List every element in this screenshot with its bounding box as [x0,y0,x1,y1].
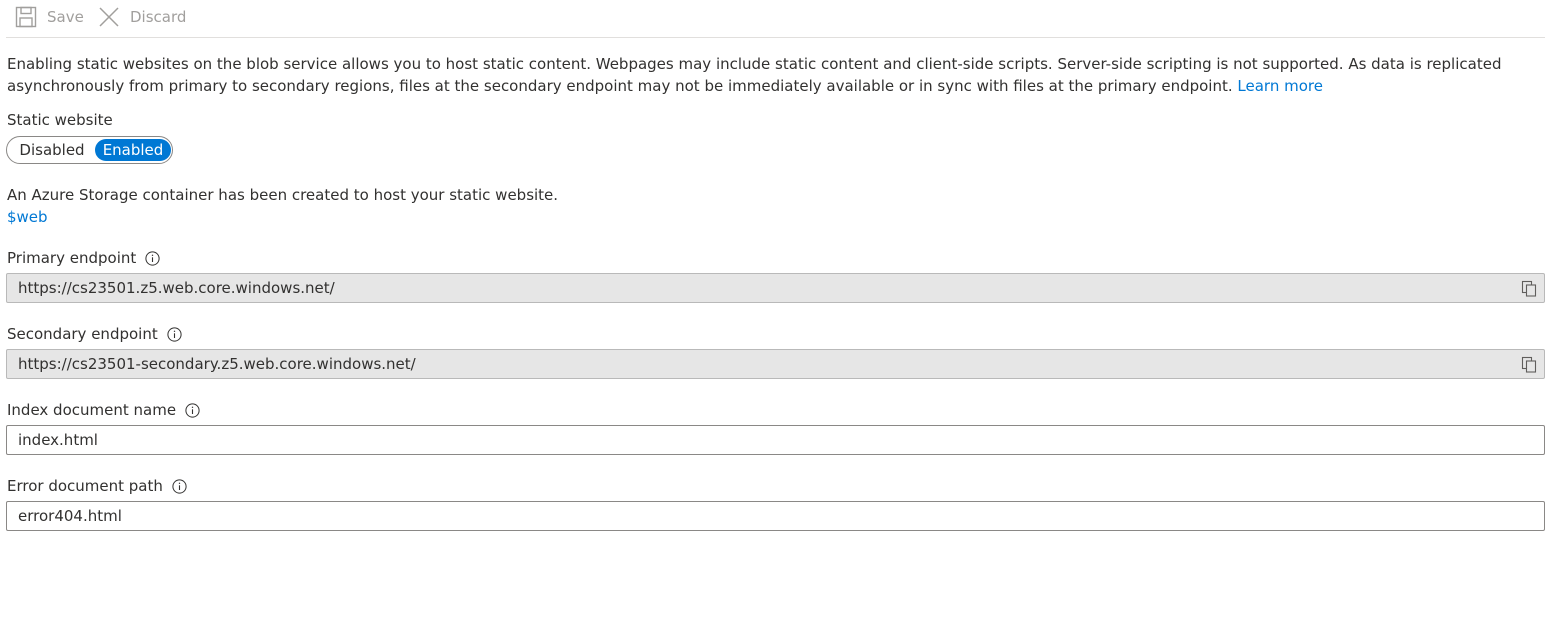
save-icon [15,6,37,28]
error-document-field [6,501,1545,531]
info-icon[interactable] [145,250,160,266]
index-document-label: Index document name [7,400,200,420]
toggle-option-disabled[interactable]: Disabled [11,139,93,161]
secondary-endpoint-label: Secondary endpoint [7,324,182,344]
static-website-toggle: Disabled Enabled [6,136,173,164]
secondary-endpoint-field [6,349,1545,379]
discard-button[interactable]: Discard [98,5,186,29]
primary-endpoint-label: Primary endpoint [7,248,160,268]
copy-icon[interactable] [1521,280,1537,297]
primary-endpoint-field [6,273,1545,303]
copy-icon[interactable] [1521,356,1537,373]
toggle-option-enabled[interactable]: Enabled [95,139,171,161]
close-icon [98,6,120,28]
info-icon[interactable] [172,478,187,494]
info-icon[interactable] [167,326,182,342]
index-document-field [6,425,1545,455]
static-website-label: Static website [7,111,113,129]
web-container-link[interactable]: $web [7,206,48,228]
index-document-input[interactable] [7,426,1544,454]
save-button[interactable]: Save [15,5,84,29]
error-document-input[interactable] [7,502,1544,530]
learn-more-link[interactable]: Learn more [1237,77,1323,95]
command-bar: Save Discard [6,0,1545,38]
container-info-text: An Azure Storage container has been crea… [7,186,559,204]
description: Enabling static websites on the blob ser… [7,53,1547,97]
error-document-label: Error document path [7,476,187,496]
discard-label: Discard [130,8,187,26]
secondary-endpoint-input[interactable] [7,350,1544,378]
save-label: Save [47,8,84,26]
primary-endpoint-input[interactable] [7,274,1544,302]
info-icon[interactable] [185,402,200,418]
